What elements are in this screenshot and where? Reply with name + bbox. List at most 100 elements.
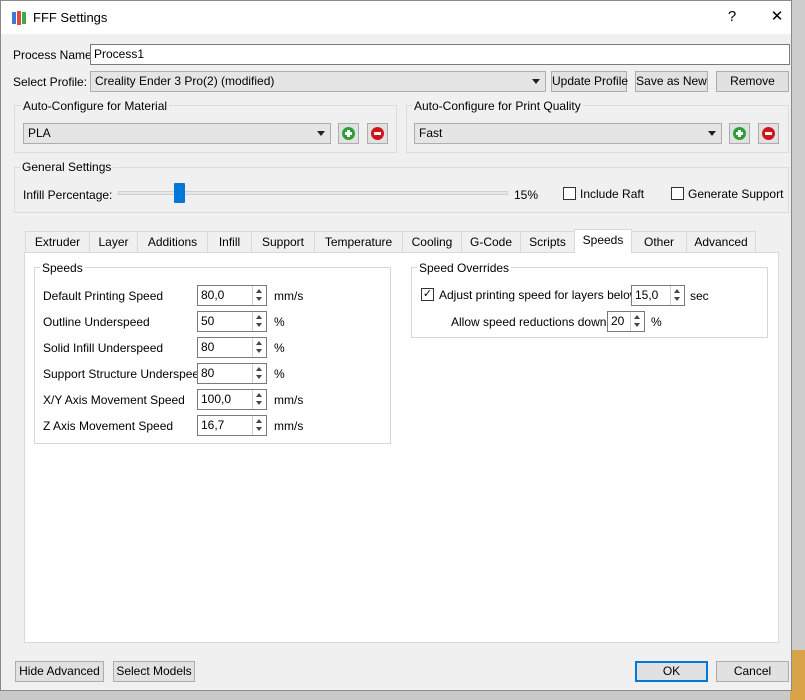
spin-up-icon[interactable] [256,393,262,397]
chevron-down-icon [532,79,540,84]
spin-arrows[interactable] [252,286,266,305]
spin-down-icon[interactable] [256,323,262,327]
spin-down-icon[interactable] [256,401,262,405]
cancel-button[interactable]: Cancel [716,661,789,682]
general-settings-title: General Settings [20,160,114,174]
select-models-button[interactable]: Select Models [113,661,195,682]
generate-support-checkbox[interactable] [671,187,684,200]
spin-down-icon[interactable] [256,427,262,431]
outline-underspeed-label: Outline Underspeed [43,315,150,329]
spin-up-icon[interactable] [256,289,262,293]
remove-quality-button[interactable] [758,123,779,144]
material-select[interactable]: PLA [23,123,331,144]
process-name-input[interactable]: Process1 [90,44,790,65]
tab-scripts[interactable]: Scripts [520,231,575,252]
close-button[interactable]: ✕ [759,5,795,29]
tab-support[interactable]: Support [251,231,315,252]
spin-up-icon[interactable] [674,289,680,293]
solid-infill-underspeed-input[interactable]: 80 [197,337,267,358]
material-group-title: Auto-Configure for Material [21,99,170,113]
material-select-value: PLA [28,126,51,140]
profile-select[interactable]: Creality Ender 3 Pro(2) (modified) [90,71,546,92]
infill-percentage-label: Infill Percentage: [23,188,113,202]
adjust-speed-checkbox[interactable]: ✓ [421,288,434,301]
tab-layer[interactable]: Layer [89,231,138,252]
speed-reduction-input[interactable]: 20 [607,311,645,332]
spin-down-icon[interactable] [674,297,680,301]
tab-infill[interactable]: Infill [207,231,252,252]
tab-additions[interactable]: Additions [137,231,208,252]
plus-icon-v [738,130,741,137]
spin-down-icon[interactable] [634,323,640,327]
support-structure-underspeed-value: 80 [201,366,215,380]
select-profile-label: Select Profile: [13,75,88,89]
quality-group-title: Auto-Configure for Print Quality [412,99,583,113]
spin-arrows[interactable] [252,364,266,383]
spin-arrows[interactable] [252,416,266,435]
tab-extruder[interactable]: Extruder [25,231,90,252]
default-printing-speed-label: Default Printing Speed [43,289,164,303]
background-area [790,0,805,700]
tab-advanced[interactable]: Advanced [686,231,756,252]
adjust-speed-unit: sec [690,289,709,303]
infill-percentage-value: 15% [514,188,539,202]
z-axis-movement-speed-label: Z Axis Movement Speed [43,419,174,433]
spin-up-icon[interactable] [256,315,262,319]
title-bar: FFF Settings ? ✕ [1,1,791,34]
solid-infill-underspeed-value: 80 [201,340,215,354]
add-quality-button[interactable] [729,123,750,144]
spin-arrows[interactable] [252,312,266,331]
adjust-speed-label: Adjust printing speed for layers below [439,288,639,302]
solid-infill-underspeed-label: Solid Infill Underspeed [43,341,164,355]
speed-overrides-title: Speed Overrides [417,261,512,275]
outline-underspeed-input[interactable]: 50 [197,311,267,332]
tab-other[interactable]: Other [631,231,687,252]
spin-up-icon[interactable] [634,315,640,319]
save-as-new-button[interactable]: Save as New [635,71,708,92]
speed-reduction-unit: % [651,315,662,329]
spin-arrows[interactable] [252,338,266,357]
minus-icon-bar [374,132,381,135]
z-axis-movement-speed-unit: mm/s [274,419,304,433]
default-printing-speed-unit: mm/s [274,289,304,303]
hide-advanced-button[interactable]: Hide Advanced [15,661,104,682]
default-printing-speed-input[interactable]: 80,0 [197,285,267,306]
spin-down-icon[interactable] [256,375,262,379]
update-profile-button[interactable]: Update Profile [551,71,628,92]
chevron-down-icon [708,131,716,136]
tab-g-code[interactable]: G-Code [461,231,521,252]
speed-reduction-label: Allow speed reductions down to [451,315,620,329]
spin-up-icon[interactable] [256,419,262,423]
chevron-down-icon [317,131,325,136]
add-material-button[interactable] [338,123,359,144]
ok-button[interactable]: OK [635,661,708,682]
support-structure-underspeed-input[interactable]: 80 [197,363,267,384]
spin-arrows[interactable] [630,312,644,331]
infill-slider-handle[interactable] [174,183,185,203]
remove-profile-button[interactable]: Remove [716,71,789,92]
xy-axis-movement-speed-input[interactable]: 100,0 [197,389,267,410]
process-name-label: Process Name: [13,48,96,62]
app-icon [12,11,26,25]
tab-temperature[interactable]: Temperature [314,231,403,252]
z-axis-movement-speed-input[interactable]: 16,7 [197,415,267,436]
spin-arrows[interactable] [670,286,684,305]
remove-material-button[interactable] [367,123,388,144]
adjust-speed-input[interactable]: 15,0 [631,285,685,306]
default-printing-speed-value: 80,0 [201,288,225,302]
spin-up-icon[interactable] [256,341,262,345]
support-structure-underspeed-label: Support Structure Underspeed [43,367,206,381]
quality-select[interactable]: Fast [414,123,722,144]
spin-down-icon[interactable] [256,349,262,353]
solid-infill-underspeed-unit: % [274,341,285,355]
spin-down-icon[interactable] [256,297,262,301]
tab-speeds[interactable]: Speeds [574,229,632,253]
window-title: FFF Settings [33,10,108,25]
tab-cooling[interactable]: Cooling [402,231,462,252]
quality-select-value: Fast [419,126,443,140]
spin-arrows[interactable] [252,390,266,409]
help-button[interactable]: ? [719,5,745,29]
support-structure-underspeed-unit: % [274,367,285,381]
include-raft-checkbox[interactable] [563,187,576,200]
spin-up-icon[interactable] [256,367,262,371]
